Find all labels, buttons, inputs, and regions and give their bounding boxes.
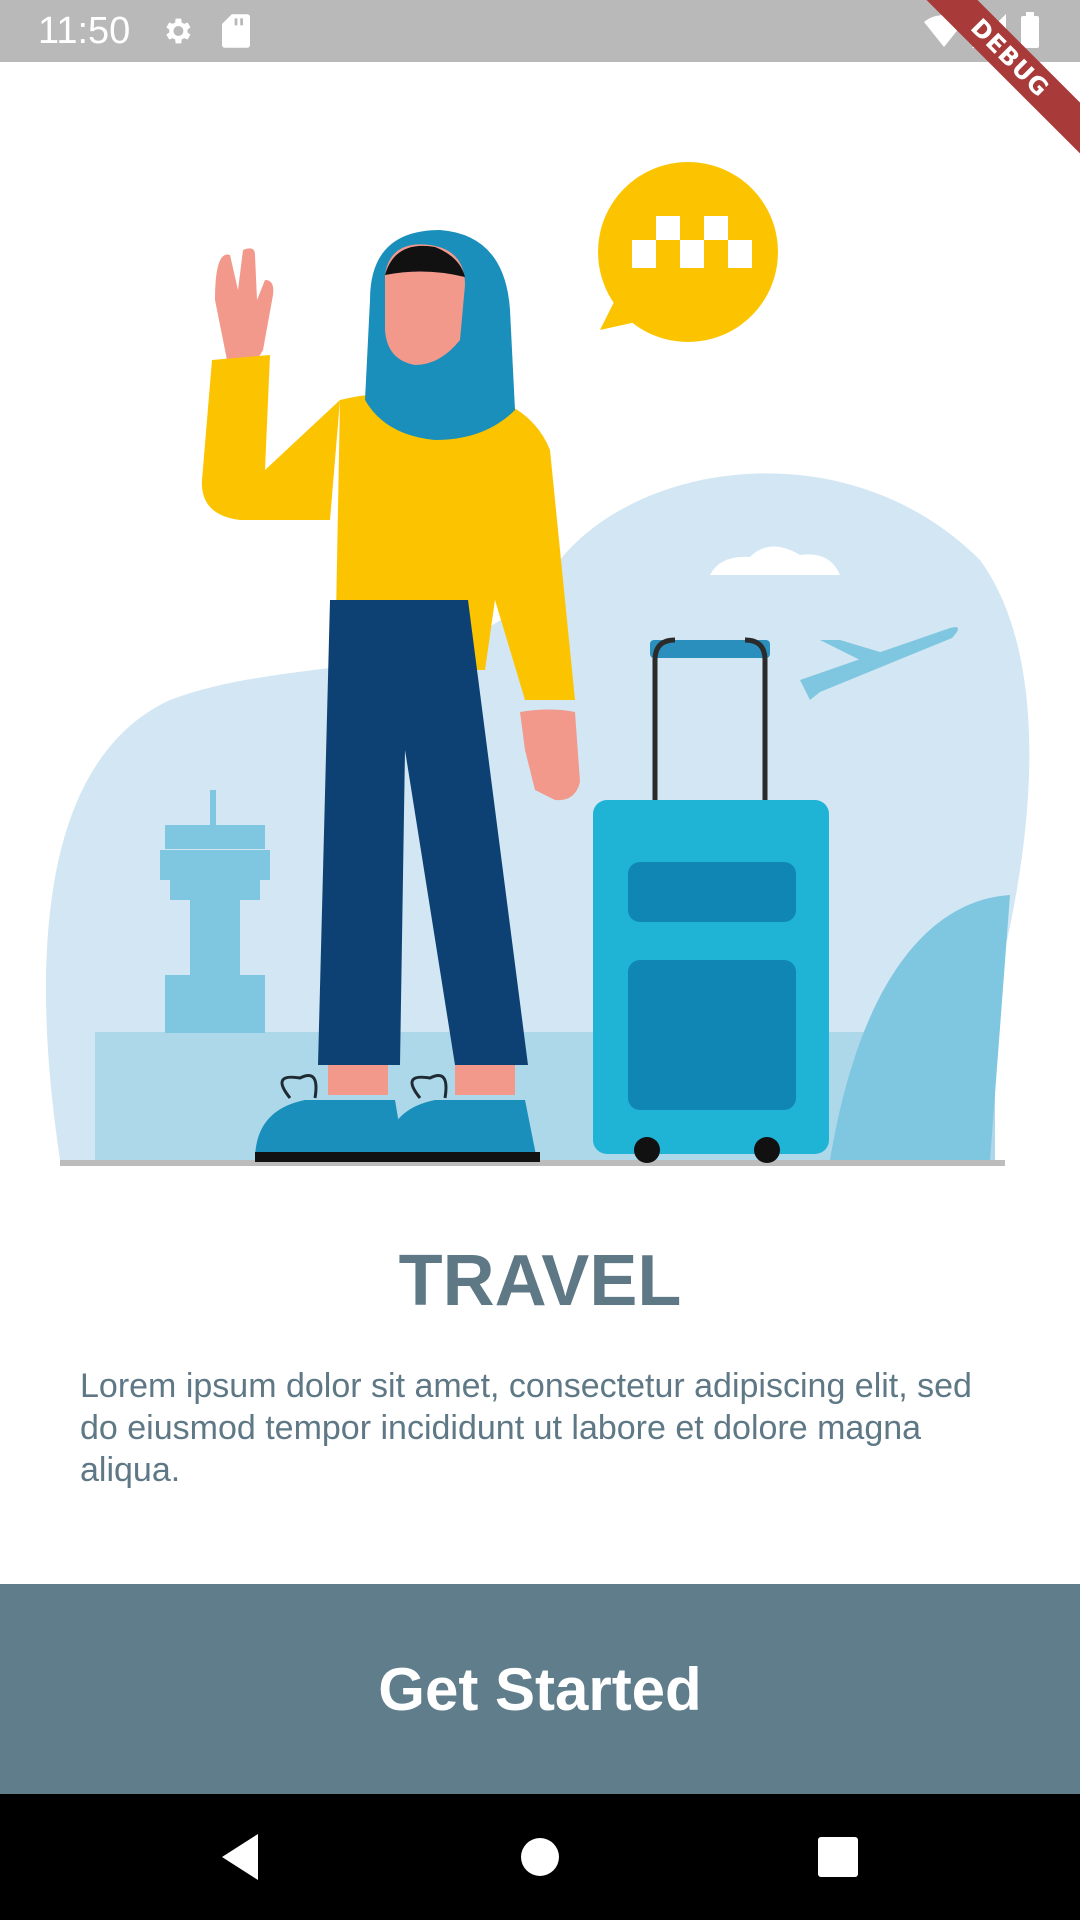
status-bar: 11:50: [0, 0, 1080, 62]
gear-icon: [160, 14, 194, 53]
back-icon: [222, 1834, 258, 1880]
back-button[interactable]: [170, 1794, 310, 1920]
home-icon: [521, 1838, 559, 1876]
description-text: Lorem ipsum dolor sit amet, consectetur …: [80, 1367, 972, 1489]
navigation-bar: [0, 1794, 1080, 1920]
home-button[interactable]: [470, 1794, 610, 1920]
status-time: 11:50: [38, 10, 131, 52]
get-started-button[interactable]: Get Started: [0, 1584, 1080, 1794]
recents-button[interactable]: [768, 1794, 908, 1920]
page-title: TRAVEL: [398, 1241, 682, 1321]
recents-icon: [818, 1837, 858, 1877]
travel-illustration: [0, 62, 1080, 1192]
sd-card-icon: [222, 14, 250, 53]
